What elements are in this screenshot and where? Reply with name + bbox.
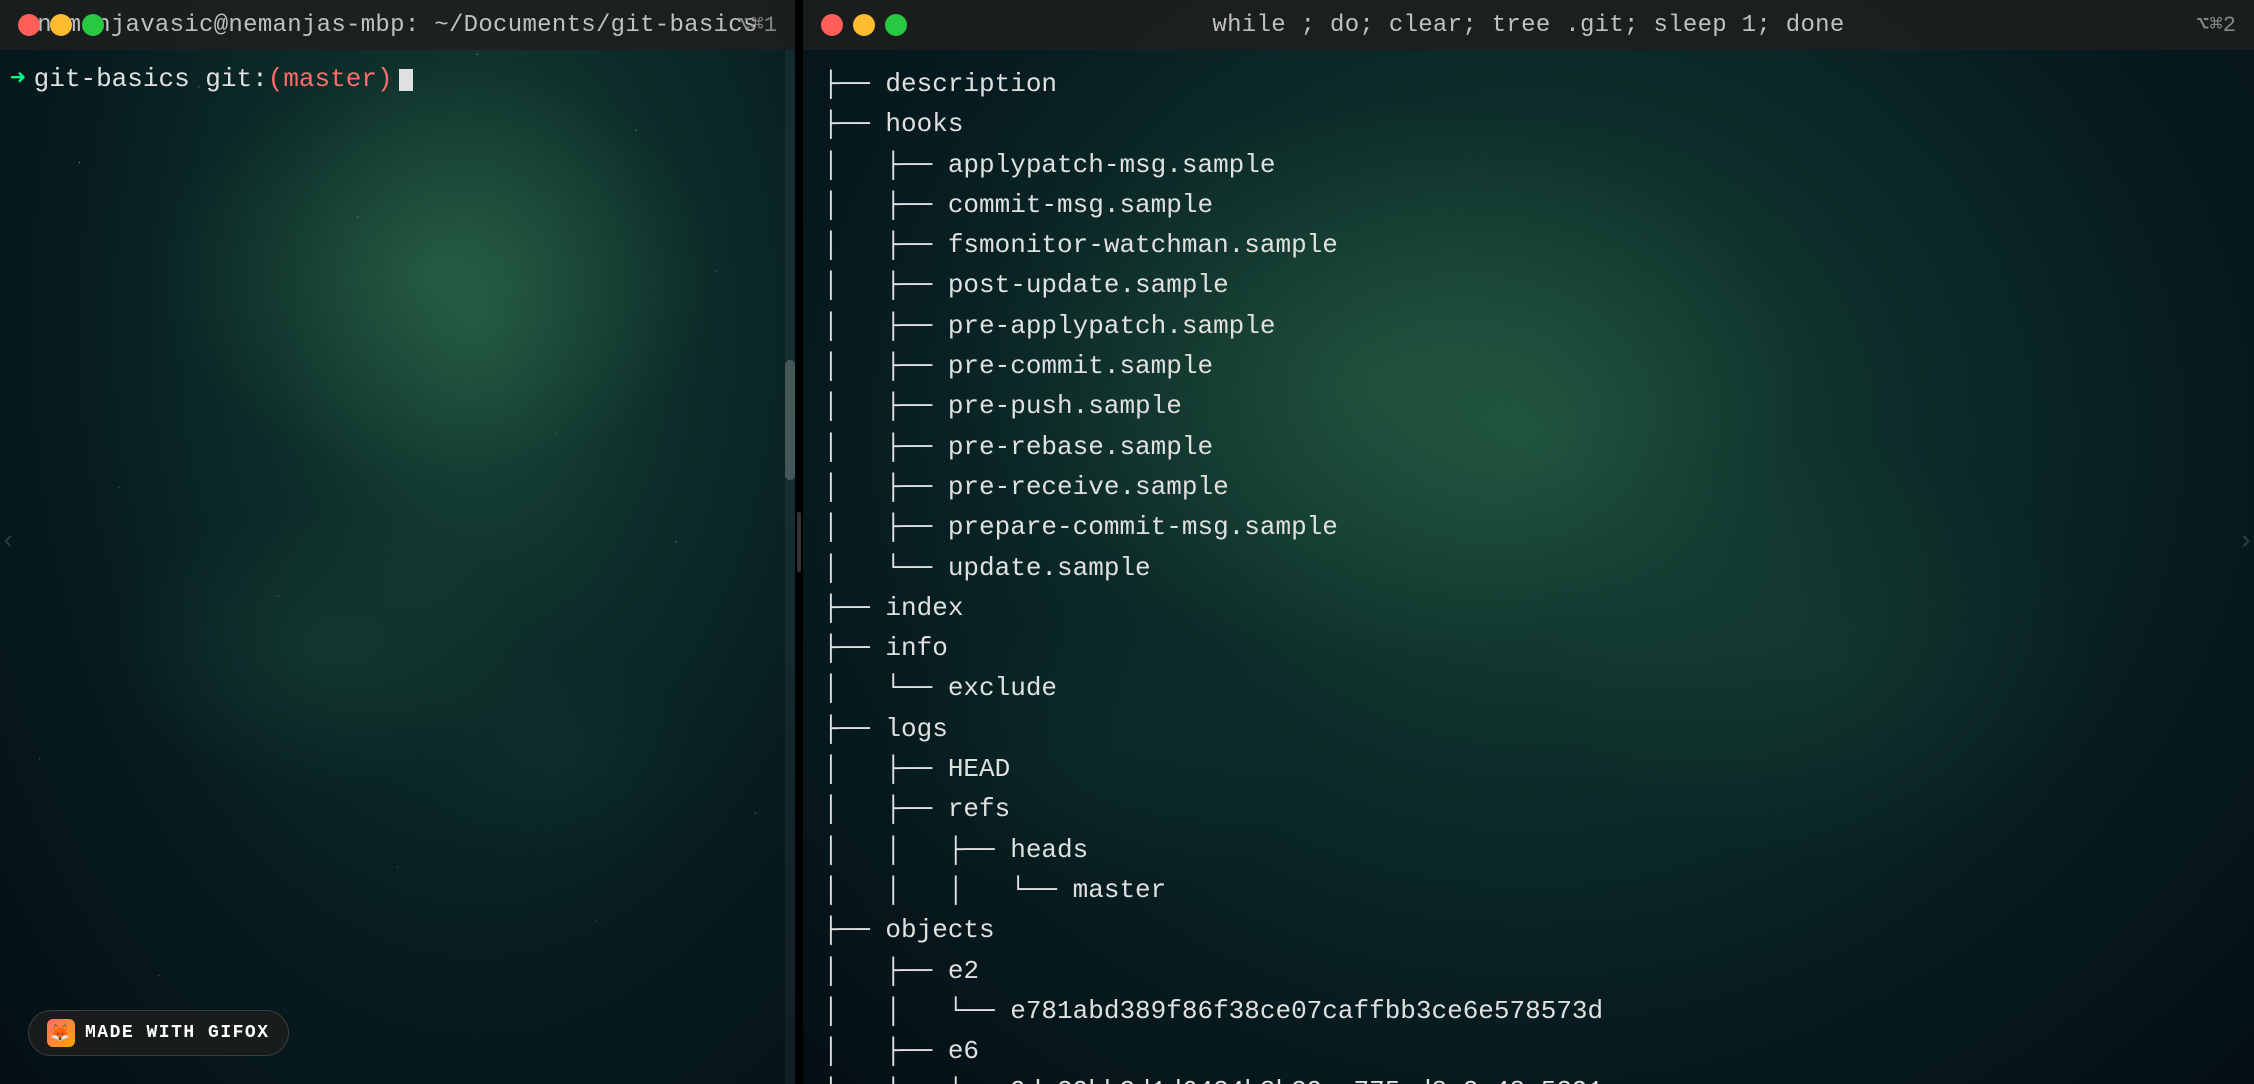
left-window-title: nemanjavasic@nemanjas-mbp: ~/Documents/g… — [37, 12, 757, 39]
tree-item: │ ├── HEAD — [823, 749, 2234, 789]
prompt-line: ➜ git-basics git: ( master ) — [10, 60, 775, 99]
prompt-git-label — [190, 60, 206, 99]
right-window-title: while ; do; clear; tree .git; sleep 1; d… — [1212, 12, 1844, 39]
close-button[interactable] — [18, 14, 40, 36]
tree-item: │ ├── pre-applypatch.sample — [823, 306, 2234, 346]
tree-item: ├── hooks — [823, 104, 2234, 144]
prompt-directory: git-basics — [34, 60, 190, 99]
tree-item: ├── description — [823, 64, 2234, 104]
prompt-cursor — [399, 69, 413, 91]
left-scrollbar-thumb[interactable] — [785, 360, 795, 480]
tree-item: │ │ ├── heads — [823, 830, 2234, 870]
tree-item: │ ├── e2 — [823, 951, 2234, 991]
prompt-arrow: ➜ — [10, 60, 26, 99]
maximize-button[interactable] — [82, 14, 104, 36]
gifox-badge: 🦊 MADE WITH GIFOX — [28, 1010, 289, 1056]
left-traffic-lights — [18, 14, 104, 36]
right-edge-arrow: › — [2237, 527, 2254, 558]
tree-item: │ ├── pre-receive.sample — [823, 467, 2234, 507]
tree-item: │ ├── e6 — [823, 1031, 2234, 1071]
tree-item: │ ├── pre-rebase.sample — [823, 427, 2234, 467]
tree-item: │ │ └── e781abd389f86f38ce07caffbb3ce6e5… — [823, 991, 2234, 1031]
left-scrollbar[interactable] — [785, 50, 795, 1084]
right-shortcut: ⌥⌘2 — [2196, 12, 2236, 38]
left-background — [0, 0, 795, 1084]
tree-item: │ └── update.sample — [823, 548, 2234, 588]
tree-item: │ ├── prepare-commit-msg.sample — [823, 507, 2234, 547]
prompt-git-word: git: — [205, 60, 267, 99]
right-minimize-button[interactable] — [853, 14, 875, 36]
tree-item: │ ├── commit-msg.sample — [823, 185, 2234, 225]
tree-item: │ ├── applypatch-msg.sample — [823, 145, 2234, 185]
gifox-icon: 🦊 — [47, 1019, 75, 1047]
tree-item: │ ├── pre-push.sample — [823, 386, 2234, 426]
left-terminal-panel[interactable]: nemanjavasic@nemanjas-mbp: ~/Documents/g… — [0, 0, 795, 1084]
left-terminal-content: ➜ git-basics git: ( master ) — [0, 50, 795, 99]
tree-item: │ │ └── 9de29bb2d1d6434b8b29ae775ad8c2e4… — [823, 1071, 2234, 1084]
divider-handle — [797, 512, 801, 572]
panel-divider — [795, 0, 803, 1084]
tree-item: ├── index — [823, 588, 2234, 628]
prompt-branch-close: ) — [377, 60, 393, 99]
prompt-branch-open: ( — [268, 60, 284, 99]
tree-item: │ ├── fsmonitor-watchman.sample — [823, 225, 2234, 265]
right-maximize-button[interactable] — [885, 14, 907, 36]
tree-item: │ ├── refs — [823, 789, 2234, 829]
left-shortcut: ⌥⌘1 — [737, 12, 777, 38]
left-titlebar: nemanjavasic@nemanjas-mbp: ~/Documents/g… — [0, 0, 795, 50]
tree-item: │ ├── pre-commit.sample — [823, 346, 2234, 386]
right-terminal-content: ├── description├── hooks│ ├── applypatch… — [803, 50, 2254, 1084]
gifox-label: MADE WITH GIFOX — [85, 1023, 270, 1043]
tree-item: │ ├── post-update.sample — [823, 265, 2234, 305]
minimize-button[interactable] — [50, 14, 72, 36]
right-terminal-panel[interactable]: while ; do; clear; tree .git; sleep 1; d… — [803, 0, 2254, 1084]
left-edge-arrow: ‹ — [0, 527, 17, 558]
tree-item: ├── objects — [823, 910, 2234, 950]
tree-item: │ │ │ └── master — [823, 870, 2234, 910]
prompt-branch-name: master — [283, 60, 377, 99]
tree-item: │ └── exclude — [823, 668, 2234, 708]
right-close-button[interactable] — [821, 14, 843, 36]
right-titlebar: while ; do; clear; tree .git; sleep 1; d… — [803, 0, 2254, 50]
right-traffic-lights — [821, 14, 907, 36]
tree-item: ├── info — [823, 628, 2234, 668]
tree-item: ├── logs — [823, 709, 2234, 749]
